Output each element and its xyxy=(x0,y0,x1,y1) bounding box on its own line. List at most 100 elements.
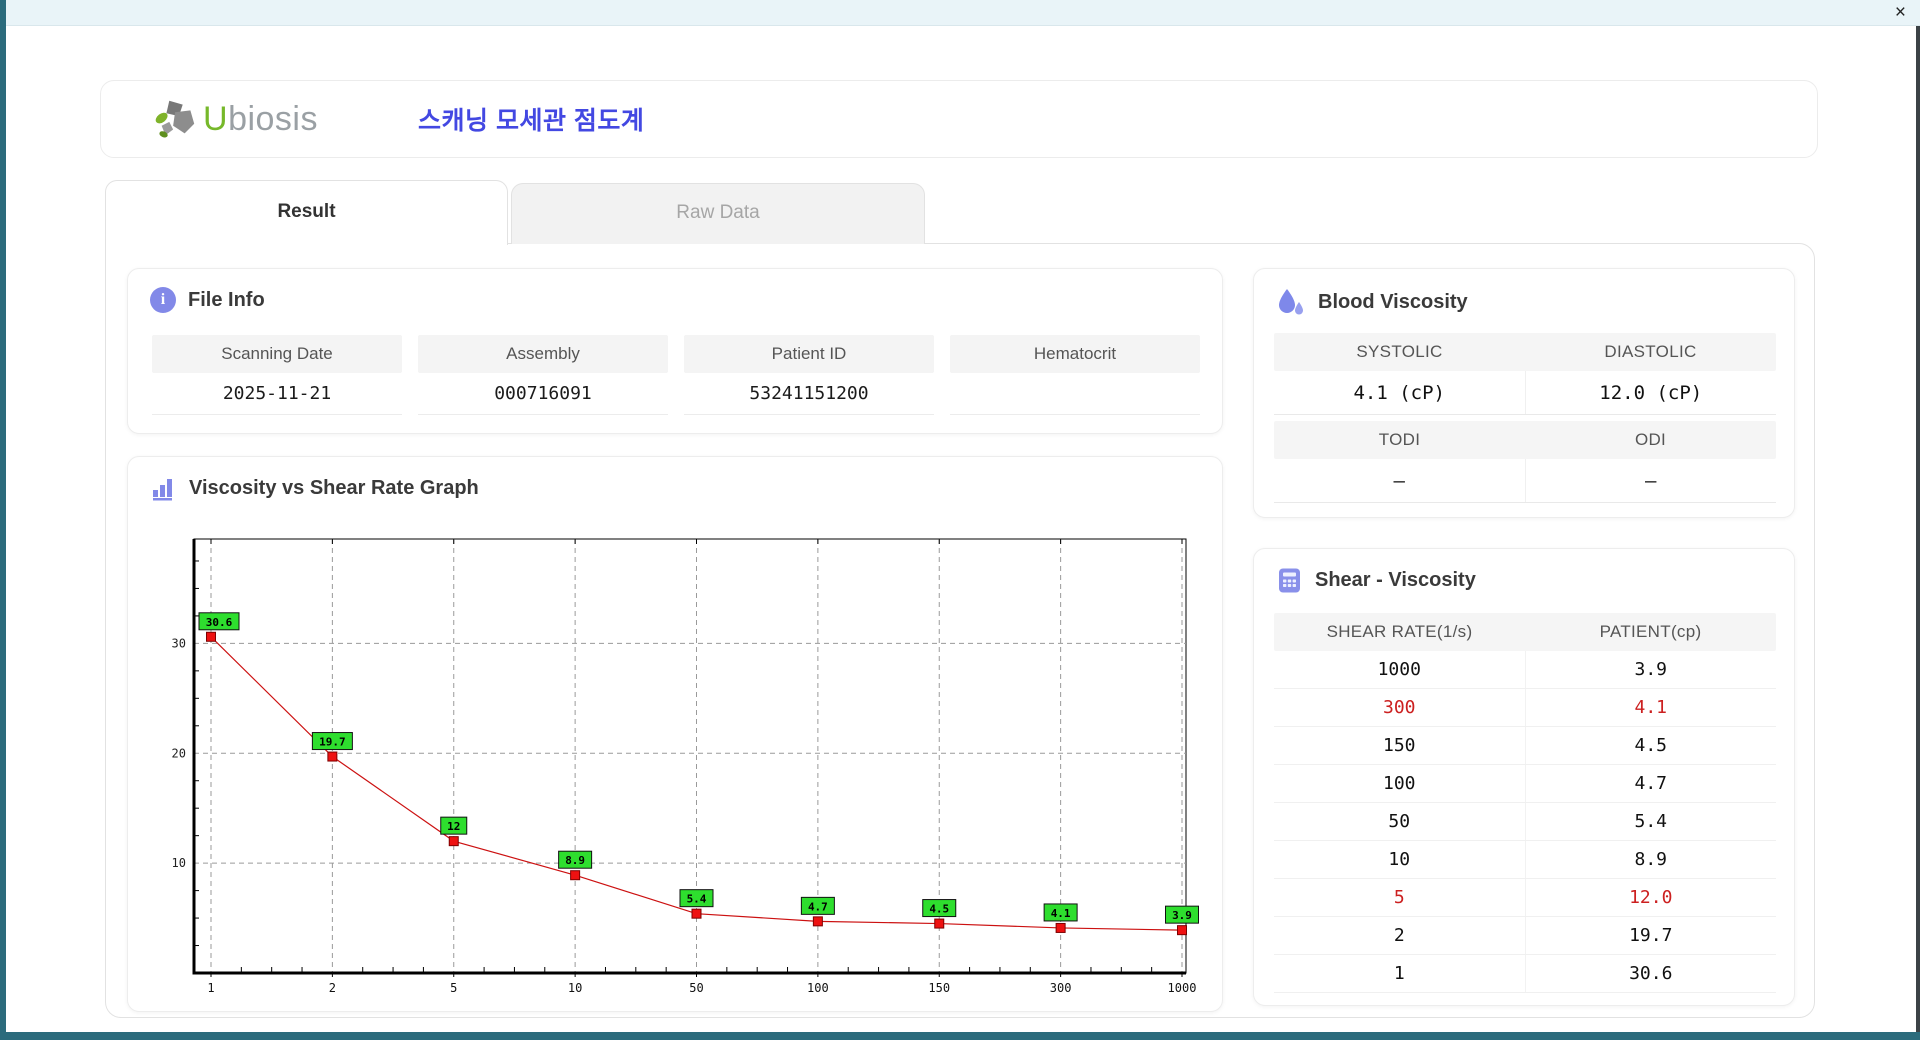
shear-table-body: 1000 3.9 300 4.1 150 4.5 100 4.7 50 5.4 10 8.9 5 12.0… xyxy=(1274,651,1776,993)
shear-table-row: 5 12.0 xyxy=(1274,879,1776,917)
bv-header-row-1: SYSTOLIC DIASTOLIC xyxy=(1274,333,1776,371)
systolic-value: 4.1 (cP) xyxy=(1274,371,1526,414)
file-field-value: 2025-11-21 xyxy=(152,373,402,415)
patient-viscosity-cell: 3.9 xyxy=(1634,659,1667,680)
window-frame-bottom xyxy=(0,1032,1920,1040)
shear-viscosity-card: Shear - Viscosity SHEAR RATE(1/s) PATIEN… xyxy=(1253,548,1795,1006)
tab-raw-data[interactable]: Raw Data xyxy=(511,183,925,244)
shear-table-header-row: SHEAR RATE(1/s) PATIENT(cp) xyxy=(1274,613,1776,651)
svg-text:30: 30 xyxy=(172,636,186,650)
blood-viscosity-card: Blood Viscosity SYSTOLIC DIASTOLIC 4.1 (… xyxy=(1253,268,1795,518)
diastolic-value: 12.0 (cP) xyxy=(1599,382,1703,404)
file-field-value xyxy=(950,373,1200,415)
patient-viscosity-cell: 4.7 xyxy=(1634,773,1667,794)
shear-table-row: 1000 3.9 xyxy=(1274,651,1776,689)
graph-title-row: Viscosity vs Shear Rate Graph xyxy=(128,457,1222,502)
patient-viscosity-cell: 4.5 xyxy=(1634,735,1667,756)
bar-chart-icon xyxy=(153,479,172,501)
shear-rate-cell: 150 xyxy=(1274,727,1526,764)
blood-viscosity-title-row: Blood Viscosity xyxy=(1254,269,1794,317)
file-info-fields: Scanning Date 2025-11-21 Assembly 000716091… xyxy=(152,335,1200,415)
svg-text:5: 5 xyxy=(450,981,457,995)
file-field-label: Hematocrit xyxy=(950,335,1200,373)
logo-text: Ubiosis xyxy=(203,99,318,138)
svg-text:4.1: 4.1 xyxy=(1051,907,1071,920)
shear-table-row: 300 4.1 xyxy=(1274,689,1776,727)
svg-text:50: 50 xyxy=(689,981,703,995)
shear-rate-cell: 2 xyxy=(1274,917,1526,954)
shear-viscosity-table: SHEAR RATE(1/s) PATIENT(cp) 1000 3.9 300 4.… xyxy=(1274,613,1776,993)
shear-table-row: 10 8.9 xyxy=(1274,841,1776,879)
svg-text:12: 12 xyxy=(447,820,460,833)
svg-text:150: 150 xyxy=(928,981,950,995)
systolic-header: SYSTOLIC xyxy=(1356,342,1443,361)
blood-viscosity-title: Blood Viscosity xyxy=(1318,290,1468,313)
patient-column-header: PATIENT(cp) xyxy=(1599,622,1702,641)
svg-text:3.9: 3.9 xyxy=(1172,909,1192,922)
svg-text:300: 300 xyxy=(1050,981,1072,995)
viscosity-chart: 1020301 2 5 10 50 100 150 300 100030.619.7128.95… xyxy=(172,538,1199,995)
viscosity-graph-card: Viscosity vs Shear Rate Graph 10 20 30 1 2 5 1… xyxy=(127,456,1223,1012)
file-info-card: i File Info Scanning Date 2025-11-21 Assem… xyxy=(127,268,1223,434)
svg-text:1000: 1000 xyxy=(1168,981,1197,995)
file-field-label: Scanning Date xyxy=(152,335,402,373)
patient-viscosity-cell: 12.0 xyxy=(1629,887,1673,908)
svg-text:8.9: 8.9 xyxy=(565,854,585,867)
diastolic-header: DIASTOLIC xyxy=(1604,342,1697,361)
odi-header: ODI xyxy=(1634,430,1667,449)
app-title: 스캐닝 모세관 점도계 xyxy=(418,107,645,135)
bv-value-row-2: – – xyxy=(1274,459,1776,503)
svg-text:10: 10 xyxy=(568,981,582,995)
shear-viscosity-title-row: Shear - Viscosity xyxy=(1254,549,1794,594)
bv-header-row-2: TODI ODI xyxy=(1274,421,1776,459)
svg-text:10: 10 xyxy=(172,856,186,870)
graph-title: Viscosity vs Shear Rate Graph xyxy=(189,477,479,499)
patient-viscosity-cell: 30.6 xyxy=(1629,963,1673,984)
patient-viscosity-cell: 19.7 xyxy=(1629,925,1673,946)
svg-text:100: 100 xyxy=(807,981,829,995)
shear-rate-column-header: SHEAR RATE(1/s) xyxy=(1326,622,1473,641)
window-titlebar: × xyxy=(0,0,1920,26)
window-frame-right xyxy=(1916,26,1920,1040)
file-field-hematocrit: Hematocrit xyxy=(950,335,1200,415)
file-info-title-row: i File Info xyxy=(128,269,1222,313)
blood-drops-icon xyxy=(1279,289,1303,315)
svg-text:20: 20 xyxy=(172,746,186,760)
svg-text:1: 1 xyxy=(207,981,214,995)
odi-value: – xyxy=(1645,470,1657,492)
shear-table-row: 150 4.5 xyxy=(1274,727,1776,765)
file-field-patient-id: Patient ID 53241151200 xyxy=(684,335,934,415)
shear-rate-cell: 300 xyxy=(1274,689,1526,726)
bv-value-row-1: 4.1 (cP) 12.0 (cP) xyxy=(1274,371,1776,415)
file-field-scanning-date: Scanning Date 2025-11-21 xyxy=(152,335,402,415)
shear-viscosity-title: Shear - Viscosity xyxy=(1315,569,1476,591)
patient-viscosity-cell: 4.1 xyxy=(1634,697,1667,718)
file-field-value: 000716091 xyxy=(418,373,668,415)
shear-table-row: 1 30.6 xyxy=(1274,955,1776,993)
close-icon[interactable]: × xyxy=(1895,1,1906,25)
file-info-title: File Info xyxy=(188,288,265,311)
app-logo: Ubiosis xyxy=(153,96,318,142)
svg-text:30.6: 30.6 xyxy=(206,616,233,629)
file-field-label: Patient ID xyxy=(684,335,934,373)
file-field-label: Assembly xyxy=(418,335,668,373)
shear-table-row: 2 19.7 xyxy=(1274,917,1776,955)
blood-viscosity-table: SYSTOLIC DIASTOLIC 4.1 (cP) 12.0 (cP) TO… xyxy=(1274,333,1776,503)
shear-rate-cell: 50 xyxy=(1274,803,1526,840)
shear-rate-cell: 1 xyxy=(1274,955,1526,992)
calculator-icon xyxy=(1279,568,1300,593)
shear-rate-cell: 1000 xyxy=(1274,651,1526,688)
svg-text:5.4: 5.4 xyxy=(687,893,707,906)
header-card: Ubiosis 스캐닝 모세관 점도계 xyxy=(100,80,1818,158)
shear-rate-cell: 10 xyxy=(1274,841,1526,878)
svg-text:2: 2 xyxy=(329,981,336,995)
ubiosis-logo-icon xyxy=(155,100,195,138)
svg-text:19.7: 19.7 xyxy=(319,736,346,749)
shear-rate-cell: 100 xyxy=(1274,765,1526,802)
file-field-value: 53241151200 xyxy=(684,373,934,415)
tab-result[interactable]: Result xyxy=(105,180,508,245)
todi-header: TODI xyxy=(1378,430,1421,449)
todi-value: – xyxy=(1274,459,1526,502)
svg-text:4.5: 4.5 xyxy=(929,903,949,916)
file-field-assembly: Assembly 000716091 xyxy=(418,335,668,415)
